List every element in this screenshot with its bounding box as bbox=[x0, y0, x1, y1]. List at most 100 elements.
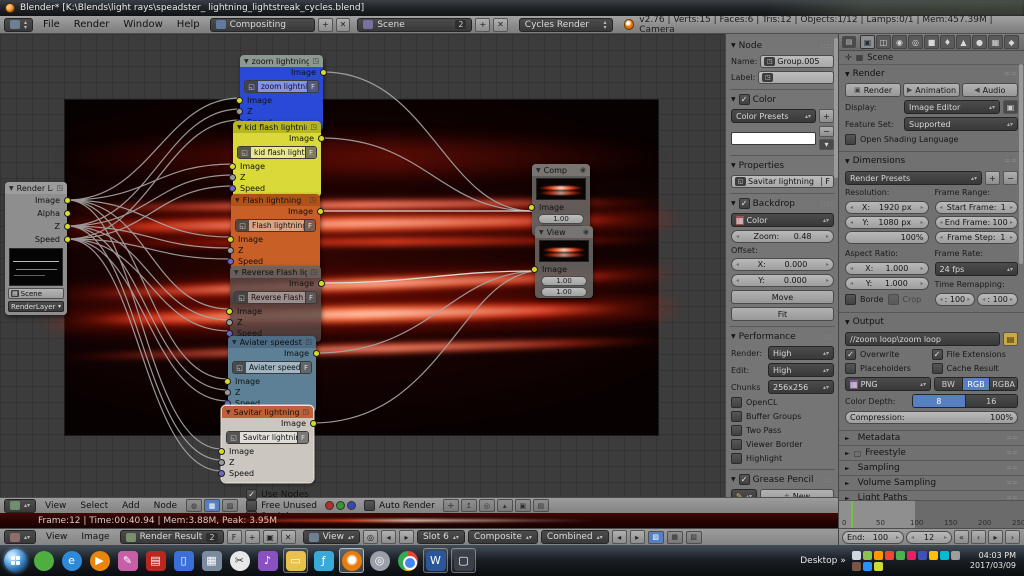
input-socket-image[interactable] bbox=[226, 308, 233, 315]
blue-channel-dot[interactable] bbox=[347, 501, 356, 510]
resolution-x-slider[interactable]: ◂X:1920 px▸ bbox=[845, 201, 929, 214]
performance-checkbox-row[interactable]: Buffer Groups bbox=[731, 411, 834, 422]
output-check-file-extensions[interactable]: ✓File Extensions bbox=[932, 349, 1019, 360]
node-name-field[interactable]: ◳Group.005 bbox=[760, 55, 834, 68]
render-still-button[interactable]: ▣Render bbox=[845, 83, 901, 97]
resolution-y-slider[interactable]: ◂Y:1080 px▸ bbox=[845, 216, 929, 229]
taskbar-app-snipping-tool[interactable]: ✂ bbox=[227, 548, 252, 573]
input-socket-speed[interactable] bbox=[229, 185, 236, 192]
input-socket-z[interactable] bbox=[236, 108, 243, 115]
node-group-reverse-flash-lightning[interactable]: ▼ Reverse Flash lightning ◳ Image ◱ Reve… bbox=[230, 266, 321, 342]
render-presets-dropdown[interactable]: Render Presets▴▾ bbox=[845, 171, 982, 185]
properties-tab-object-data[interactable]: ▲ bbox=[956, 35, 971, 49]
copy-icon[interactable]: ▣ bbox=[515, 499, 531, 512]
compression-slider[interactable]: Compression:100% bbox=[845, 411, 1018, 424]
tray-icon[interactable] bbox=[885, 551, 894, 560]
draw-channels-color[interactable]: ▨ bbox=[648, 531, 664, 544]
tray-icon[interactable] bbox=[907, 551, 916, 560]
snap-icon[interactable]: ◎ bbox=[479, 499, 495, 512]
output-socket[interactable] bbox=[64, 223, 71, 230]
collapse-triangle-icon[interactable]: ▼ bbox=[234, 269, 239, 276]
current-frame-field[interactable]: ◂12▸ bbox=[906, 531, 952, 544]
tray-icon[interactable] bbox=[951, 551, 960, 560]
add-preset-button[interactable]: + bbox=[819, 109, 834, 123]
properties-tab-physics[interactable]: ◆ bbox=[1004, 35, 1019, 49]
render-layer-selector[interactable]: RenderLayer▾ bbox=[8, 301, 64, 312]
aspect-y-slider[interactable]: ◂Y:1.000▸ bbox=[845, 277, 929, 290]
output-path-field[interactable]: //zoom loop\zoom loop bbox=[845, 332, 1000, 346]
node-render-layers[interactable]: ▼Render Layers◳ ImageAlphaZSpeed ▦Scene … bbox=[5, 182, 67, 315]
aspect-x-slider[interactable]: ◂X:1.000▸ bbox=[845, 262, 929, 275]
tray-icon[interactable] bbox=[918, 551, 927, 560]
taskbar-app-paint[interactable]: ✎ bbox=[115, 548, 140, 573]
taskbar-app-control-panel[interactable]: ▦ bbox=[199, 548, 224, 573]
prev-keyframe-button[interactable]: ‹ bbox=[971, 530, 986, 544]
perf-render-dropdown[interactable]: High▴▾ bbox=[768, 346, 834, 360]
input-socket-z[interactable] bbox=[218, 459, 225, 466]
segment-rgba[interactable]: RGBA bbox=[990, 378, 1017, 390]
fake-user-button[interactable]: F bbox=[297, 432, 308, 443]
performance-checkbox-row[interactable]: Highlight bbox=[731, 453, 834, 464]
input-socket-z[interactable] bbox=[227, 247, 234, 254]
node-header[interactable]: ▼ Aviater speedster ◳ bbox=[228, 336, 316, 348]
taskbar-app-media-editor[interactable]: ♪ bbox=[255, 548, 280, 573]
taskbar-app-word[interactable]: W bbox=[423, 548, 448, 573]
menu-item[interactable]: Render bbox=[67, 19, 117, 30]
properties-tab-render[interactable]: ▣ bbox=[860, 35, 875, 49]
editor-type-button[interactable]: ▴▾ bbox=[4, 530, 36, 544]
properties-tab-render-layers[interactable]: ◫ bbox=[876, 35, 891, 49]
slot-dropdown[interactable]: Slot 6▴▾ bbox=[417, 530, 465, 544]
grease-new-button[interactable]: +New bbox=[760, 489, 834, 497]
resolution-percent-slider[interactable]: 100% bbox=[845, 231, 929, 244]
green-channel-dot[interactable] bbox=[336, 501, 345, 510]
tray-icon[interactable] bbox=[874, 562, 883, 571]
add-layout-button[interactable]: + bbox=[475, 18, 490, 32]
frame-rate-dropdown[interactable]: 24 fps▴▾ bbox=[935, 262, 1019, 276]
node-editor-viewport[interactable]: ▼Render Layers◳ ImageAlphaZSpeed ▦Scene … bbox=[0, 34, 725, 497]
input-socket-z[interactable] bbox=[229, 174, 236, 181]
node-header[interactable]: ▼ zoom lightning ◳ bbox=[240, 55, 323, 67]
panel-title[interactable]: Color bbox=[753, 95, 777, 105]
input-socket-image[interactable] bbox=[236, 97, 243, 104]
output-check-overwrite[interactable]: ✓Overwrite bbox=[845, 349, 932, 360]
image-menu-item[interactable]: View bbox=[39, 532, 74, 542]
footer-menu-item[interactable]: Add bbox=[115, 501, 146, 511]
footer-menu-item[interactable]: Select bbox=[73, 501, 115, 511]
output-socket[interactable] bbox=[64, 197, 71, 204]
group-datablock-selector[interactable]: ◱ kid flash lightning F bbox=[237, 146, 317, 159]
output-socket[interactable] bbox=[64, 210, 71, 217]
pin-icon[interactable]: ✛ bbox=[845, 53, 852, 62]
taskbar-app-disc-burner[interactable]: ◎ bbox=[367, 548, 392, 573]
end-frame-field[interactable]: End:100▸ bbox=[842, 531, 904, 544]
auto-render-toggle[interactable]: Auto Render bbox=[364, 500, 435, 511]
group-datablock-selector[interactable]: ◱ Savitar lightning F bbox=[226, 431, 309, 444]
file-format-dropdown[interactable]: ▦PNG▴▾ bbox=[845, 377, 931, 391]
node-group-zoom-lightning[interactable]: ▼ zoom lightning ◳ Image ◱ zoom lightnin… bbox=[240, 55, 323, 131]
menu-item[interactable]: Help bbox=[170, 19, 207, 30]
collapse-triangle-icon[interactable]: ▼ bbox=[237, 124, 242, 131]
pivot-button[interactable]: ◎ bbox=[363, 530, 378, 544]
properties-tab-scene[interactable]: ◉ bbox=[892, 35, 907, 49]
backdrop-channel-dropdown[interactable]: ▦Color▴▾ bbox=[731, 213, 834, 227]
properties-tab-object[interactable]: ■ bbox=[924, 35, 939, 49]
display-extra-button[interactable]: ▣ bbox=[1003, 100, 1018, 114]
draw-channels-alpha[interactable]: ▦ bbox=[667, 531, 683, 544]
performance-checkbox-row[interactable]: OpenCL bbox=[731, 397, 834, 408]
panel-title[interactable]: Grease Pencil bbox=[753, 475, 814, 485]
panel-title[interactable]: Backdrop bbox=[753, 199, 795, 209]
output-socket-image[interactable] bbox=[313, 350, 320, 357]
menu-item[interactable]: File bbox=[36, 19, 67, 30]
tray-icon[interactable] bbox=[940, 551, 949, 560]
performance-checkbox-row[interactable]: Two Pass bbox=[731, 425, 834, 436]
factor-slider[interactable]: 1.00 bbox=[541, 287, 587, 297]
compositing-nodes-toggle[interactable]: ▦ bbox=[204, 499, 220, 512]
backdrop-move-button[interactable]: Move bbox=[731, 290, 834, 304]
input-socket-image[interactable] bbox=[224, 378, 231, 385]
output-check-cache-result[interactable]: Cache Result bbox=[932, 363, 1019, 374]
output-socket-image[interactable] bbox=[317, 208, 324, 215]
factor-slider[interactable]: 1.00 bbox=[538, 214, 584, 224]
remove-preset-button[interactable]: − bbox=[1003, 171, 1018, 185]
display-mode-dropdown[interactable]: Image Editor▴▾ bbox=[904, 100, 1000, 114]
input-socket-image[interactable] bbox=[528, 204, 535, 211]
grease-pencil-dropdown[interactable]: ✎▴▾ bbox=[731, 489, 757, 497]
